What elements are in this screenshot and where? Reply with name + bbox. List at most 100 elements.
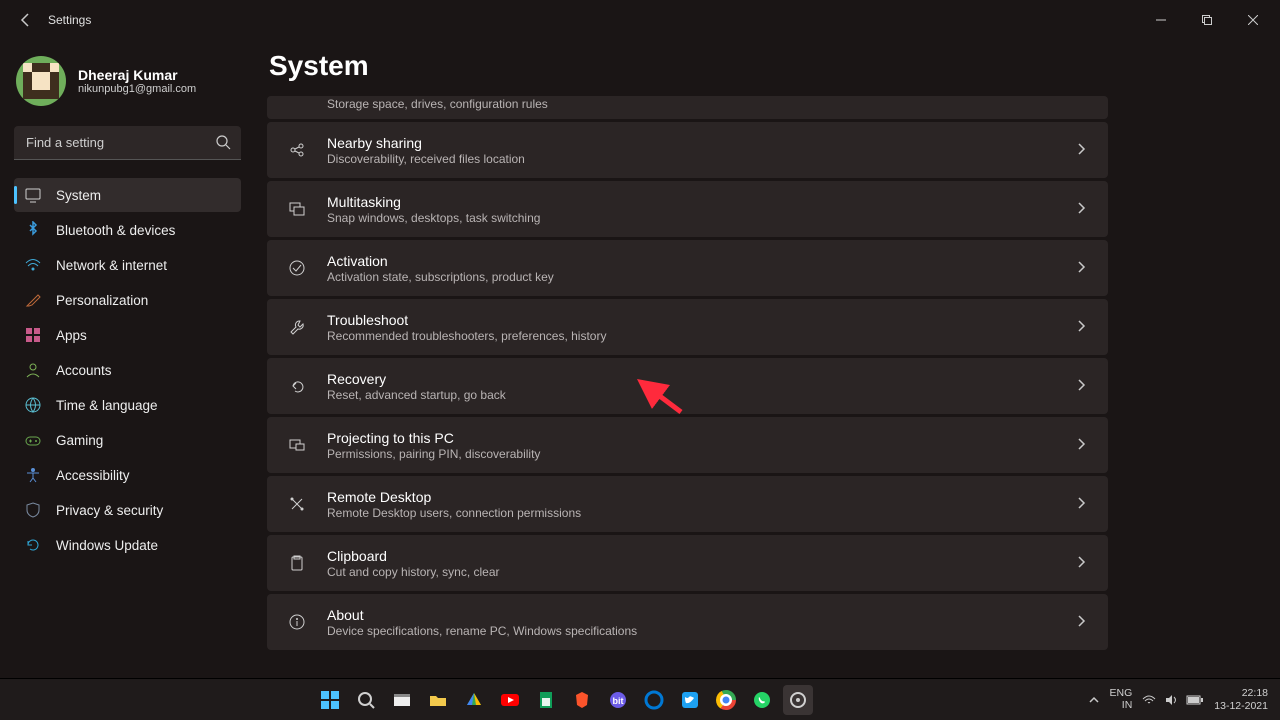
taskbar-settings[interactable]	[783, 685, 813, 715]
settings-list: Storage space, drives, configuration rul…	[267, 96, 1108, 650]
content: System Storage space, drives, configurat…	[255, 40, 1280, 678]
sidebar-item-label: Bluetooth & devices	[56, 223, 175, 238]
card-title: Remote Desktop	[327, 489, 1056, 505]
nav: System Bluetooth & devices Network & inter…	[14, 178, 241, 562]
close-button[interactable]	[1230, 4, 1276, 36]
grid-icon	[24, 326, 42, 344]
taskbar-edge[interactable]	[639, 685, 669, 715]
back-button[interactable]	[10, 4, 42, 36]
volume-icon[interactable]	[1164, 693, 1178, 707]
setting-remote[interactable]: Remote DesktopRemote Desktop users, conn…	[267, 476, 1108, 532]
sidebar: Dheeraj Kumar nikunpubg1@gmail.com Syste…	[0, 40, 255, 678]
card-title: Clipboard	[327, 548, 1056, 564]
sidebar-item-bluetooth[interactable]: Bluetooth & devices	[14, 213, 241, 247]
setting-multitask[interactable]: MultitaskingSnap windows, desktops, task…	[267, 181, 1108, 237]
taskbar-brave[interactable]	[567, 685, 597, 715]
monitor-icon	[24, 186, 42, 204]
setting-activation[interactable]: ActivationActivation state, subscription…	[267, 240, 1108, 296]
taskbar: bit ENG IN 22:18 13-12-2021	[0, 678, 1280, 720]
language-indicator[interactable]: ENG IN	[1110, 688, 1133, 711]
sidebar-item-label: Apps	[56, 328, 87, 343]
sidebar-item-label: Accounts	[56, 363, 112, 378]
battery-icon[interactable]	[1186, 694, 1204, 706]
user-name: Dheeraj Kumar	[78, 67, 196, 83]
setting-recovery[interactable]: RecoveryReset, advanced startup, go back	[267, 358, 1108, 414]
taskbar-whatsapp[interactable]	[747, 685, 777, 715]
taskbar-youtube[interactable]	[495, 685, 525, 715]
setting-nearby[interactable]: Nearby sharingDiscoverability, received …	[267, 122, 1108, 178]
windows-icon	[285, 197, 309, 221]
sidebar-item-accessibility[interactable]: Accessibility	[14, 458, 241, 492]
taskbar-explorer[interactable]	[423, 685, 453, 715]
sidebar-item-update[interactable]: Windows Update	[14, 528, 241, 562]
sidebar-item-apps[interactable]: Apps	[14, 318, 241, 352]
titlebar: Settings	[0, 0, 1280, 40]
gamepad-icon	[24, 431, 42, 449]
card-title: Recovery	[327, 371, 1056, 387]
update-icon	[24, 536, 42, 554]
card-subtitle: Cut and copy history, sync, clear	[327, 565, 1056, 579]
sidebar-item-label: Gaming	[56, 433, 103, 448]
chevron-right-icon	[1074, 496, 1090, 512]
sidebar-item-network[interactable]: Network & internet	[14, 248, 241, 282]
avatar	[16, 56, 66, 106]
card-title: Activation	[327, 253, 1056, 269]
sidebar-item-accounts[interactable]: Accounts	[14, 353, 241, 387]
page-title: System	[267, 40, 1268, 96]
wifi-icon[interactable]	[1142, 693, 1156, 707]
sidebar-item-system[interactable]: System	[14, 178, 241, 212]
setting-storage_partial: Storage space, drives, configuration rul…	[267, 96, 1108, 119]
taskbar-bit[interactable]: bit	[603, 685, 633, 715]
card-subtitle: Recommended troubleshooters, preferences…	[327, 329, 1056, 343]
card-title: Nearby sharing	[327, 135, 1056, 151]
sidebar-item-time[interactable]: Time & language	[14, 388, 241, 422]
wrench-icon	[285, 315, 309, 339]
minimize-button[interactable]	[1138, 4, 1184, 36]
sidebar-item-personalization[interactable]: Personalization	[14, 283, 241, 317]
window-title: Settings	[48, 13, 91, 27]
sidebar-item-privacy[interactable]: Privacy & security	[14, 493, 241, 527]
globe-icon	[24, 396, 42, 414]
clock[interactable]: 22:18 13-12-2021	[1214, 687, 1268, 711]
taskbar-chrome[interactable]	[711, 685, 741, 715]
card-subtitle: Remote Desktop users, connection permiss…	[327, 506, 1056, 520]
info-icon	[285, 610, 309, 634]
tray-chevron-up-icon[interactable]	[1088, 694, 1100, 706]
taskbar-drive[interactable]	[459, 685, 489, 715]
taskbar-sheets[interactable]	[531, 685, 561, 715]
chevron-right-icon	[1074, 142, 1090, 158]
setting-about[interactable]: AboutDevice specifications, rename PC, W…	[267, 594, 1108, 650]
svg-text:bit: bit	[612, 696, 623, 706]
setting-projecting[interactable]: Projecting to this PCPermissions, pairin…	[267, 417, 1108, 473]
bluetooth-icon	[24, 221, 42, 239]
clipboard-icon	[285, 551, 309, 575]
setting-clipboard[interactable]: ClipboardCut and copy history, sync, cle…	[267, 535, 1108, 591]
card-subtitle: Reset, advanced startup, go back	[327, 388, 1056, 402]
sidebar-item-label: Personalization	[56, 293, 148, 308]
taskbar-start[interactable]	[315, 685, 345, 715]
person-icon	[24, 361, 42, 379]
remote-icon	[285, 492, 309, 516]
search-box[interactable]	[14, 126, 241, 160]
chevron-right-icon	[1074, 555, 1090, 571]
chevron-right-icon	[1074, 437, 1090, 453]
card-subtitle: Activation state, subscriptions, product…	[327, 270, 1056, 284]
sidebar-item-label: System	[56, 188, 101, 203]
sidebar-item-label: Time & language	[56, 398, 158, 413]
sidebar-item-label: Privacy & security	[56, 503, 163, 518]
card-title: About	[327, 607, 1056, 623]
setting-troubleshoot[interactable]: TroubleshootRecommended troubleshooters,…	[267, 299, 1108, 355]
user-profile[interactable]: Dheeraj Kumar nikunpubg1@gmail.com	[14, 50, 241, 126]
taskbar-search[interactable]	[351, 685, 381, 715]
taskbar-taskview[interactable]	[387, 685, 417, 715]
check-circle-icon	[285, 256, 309, 280]
chevron-right-icon	[1074, 614, 1090, 630]
search-input[interactable]	[14, 126, 241, 160]
card-title: Troubleshoot	[327, 312, 1056, 328]
wifi-icon	[24, 256, 42, 274]
sidebar-item-label: Accessibility	[56, 468, 130, 483]
maximize-button[interactable]	[1184, 4, 1230, 36]
taskbar-twitter[interactable]	[675, 685, 705, 715]
share-icon	[285, 138, 309, 162]
sidebar-item-gaming[interactable]: Gaming	[14, 423, 241, 457]
